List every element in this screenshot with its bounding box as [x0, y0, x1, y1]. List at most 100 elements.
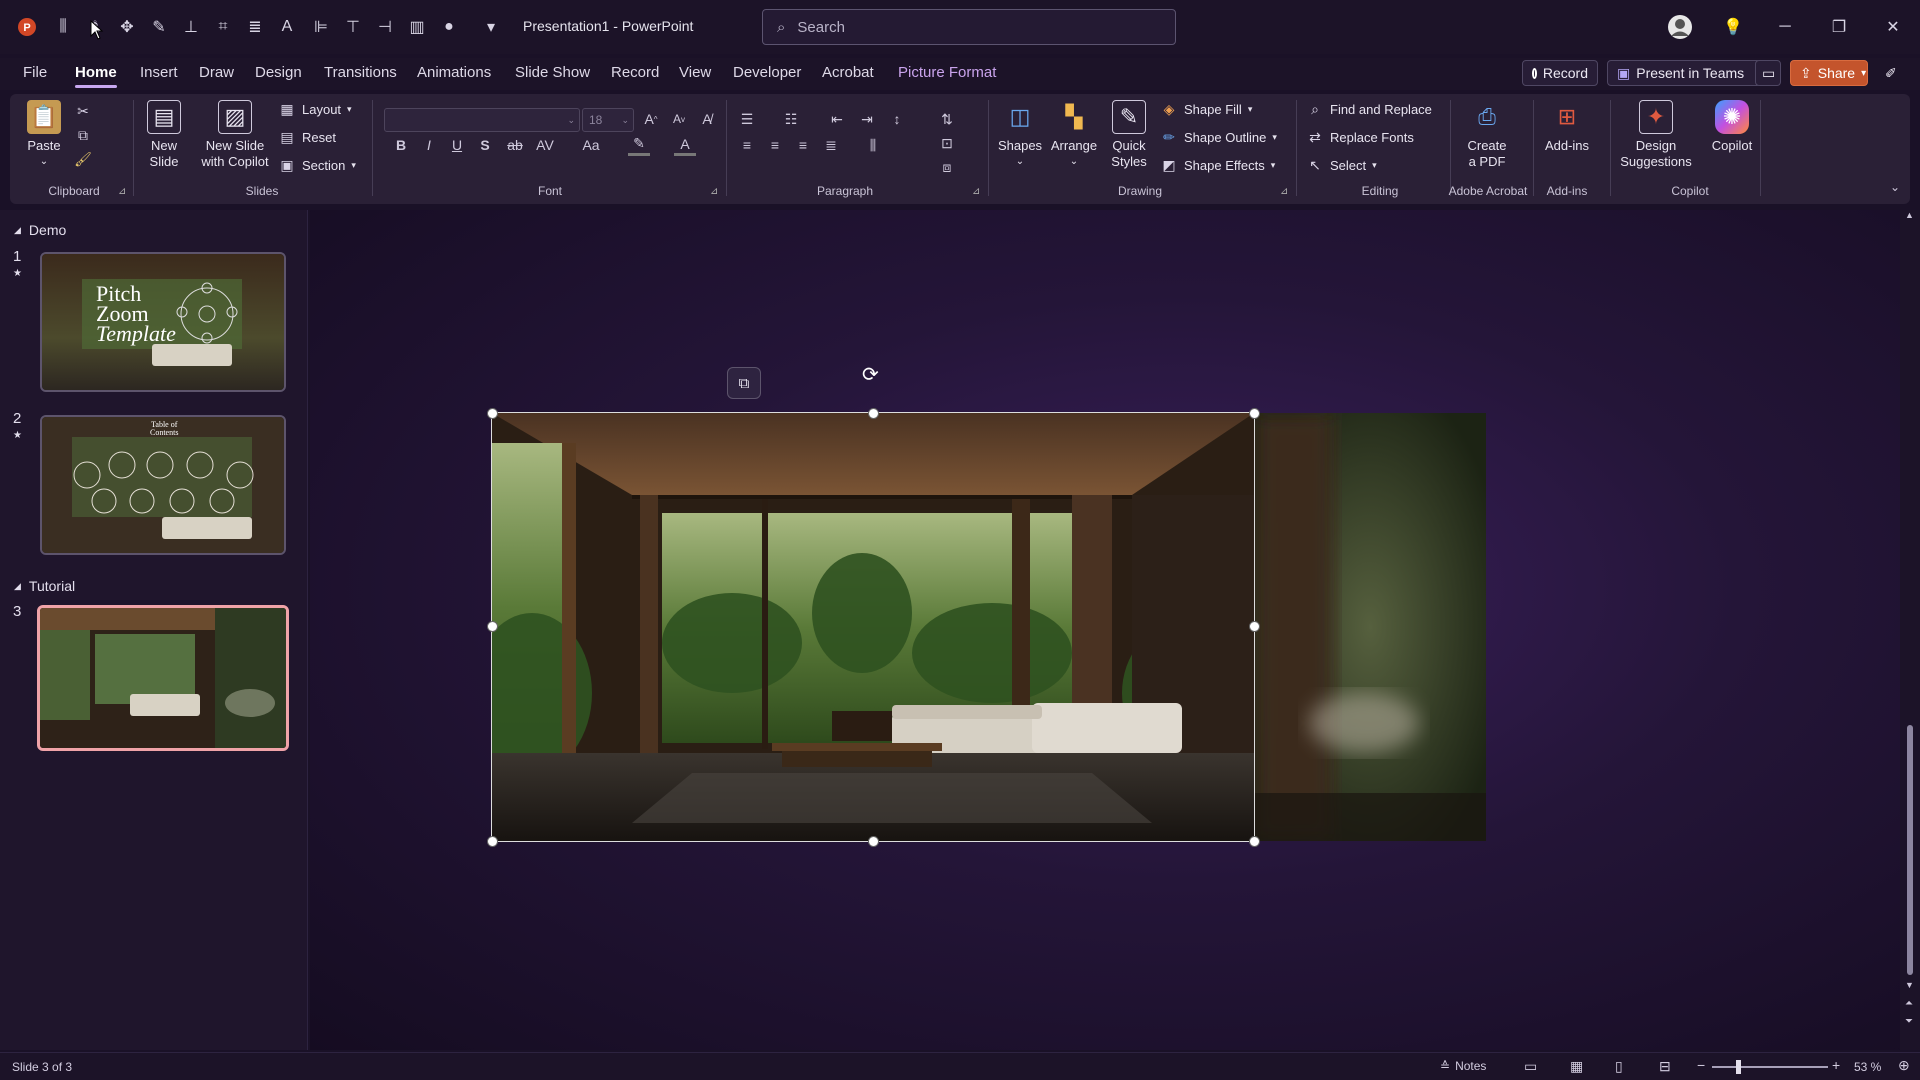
slideshow-icon[interactable]: ⊟: [1659, 1058, 1671, 1075]
clear-formatting-icon[interactable]: A̸: [696, 108, 718, 130]
slide-thumbnail-3[interactable]: [37, 605, 289, 751]
normal-view-icon[interactable]: ▭: [1524, 1058, 1537, 1075]
bullets-icon[interactable]: ☰: [736, 108, 758, 130]
tab-transitions[interactable]: Transitions: [324, 64, 397, 81]
new-slide-with-copilot-button[interactable]: ▨ New Slide with Copilot: [196, 100, 274, 170]
tab-picture-format[interactable]: Picture Format: [898, 64, 996, 81]
find-and-replace-button[interactable]: ⌕ Find and Replace: [1306, 100, 1432, 118]
increase-indent-icon[interactable]: ⇥: [856, 108, 878, 130]
distribute-horizontally-icon[interactable]: ⫼: [52, 16, 74, 38]
copilot-button[interactable]: ✺ Copilot: [1704, 100, 1760, 154]
decrease-font-size-icon[interactable]: Av: [668, 108, 690, 130]
text-align-icon[interactable]: ≣: [244, 16, 266, 38]
paste-button[interactable]: 📋 Paste ⌄: [22, 100, 66, 170]
zoom-in-icon[interactable]: +: [1832, 1057, 1840, 1073]
decrease-indent-icon[interactable]: ⇤: [826, 108, 848, 130]
close-icon[interactable]: ✕: [1878, 14, 1908, 40]
account-avatar[interactable]: [1665, 14, 1695, 40]
tab-acrobat[interactable]: Acrobat: [822, 64, 874, 81]
design-suggestions-button[interactable]: ✦ Design Suggestions: [1614, 100, 1698, 170]
highlight-icon[interactable]: ✎: [628, 134, 650, 156]
arrange-button[interactable]: ▚ Arrange ⌄: [1048, 100, 1100, 170]
crop-icon[interactable]: ⌗: [212, 16, 234, 38]
font-color-icon[interactable]: A: [674, 134, 696, 156]
previous-slide-icon[interactable]: ⏶: [1905, 998, 1913, 1009]
resize-handle-right[interactable]: [1249, 621, 1260, 632]
slide-thumbnail-1[interactable]: Pitch Zoom Template: [40, 252, 286, 392]
shape-outline-button[interactable]: ✏ Shape Outline ▾: [1160, 128, 1277, 146]
scroll-thumb[interactable]: [1907, 725, 1913, 975]
copy-icon[interactable]: ⧉: [74, 126, 92, 144]
dialog-launcher-icon[interactable]: ⊿: [710, 186, 718, 197]
zoom-slider-thumb[interactable]: [1736, 1060, 1741, 1074]
line-spacing-icon[interactable]: ↕: [886, 108, 908, 130]
shape-fill-button[interactable]: ◈ Shape Fill ▾: [1160, 100, 1253, 118]
center-icon[interactable]: ≡: [764, 134, 786, 156]
tab-insert[interactable]: Insert: [140, 64, 178, 81]
justify-icon[interactable]: ≣: [820, 134, 842, 156]
text-icon[interactable]: A: [276, 16, 298, 38]
character-spacing-icon[interactable]: AV: [534, 134, 556, 156]
tab-developer[interactable]: Developer: [733, 64, 801, 81]
create-pdf-button[interactable]: ⎙ Create a PDF: [1456, 100, 1518, 170]
resize-handle-top-left[interactable]: [487, 408, 498, 419]
cut-icon[interactable]: ✂: [74, 102, 92, 120]
minimize-icon[interactable]: ─: [1770, 14, 1800, 40]
tab-slide-show[interactable]: Slide Show: [515, 64, 590, 81]
resize-handle-bottom-right[interactable]: [1249, 836, 1260, 847]
scroll-down-icon[interactable]: ▼: [1905, 980, 1914, 990]
dialog-launcher-icon[interactable]: ⊿: [118, 186, 126, 197]
align-right-icon[interactable]: ≡: [792, 134, 814, 156]
resize-handle-bottom-left[interactable]: [487, 836, 498, 847]
font-size-input[interactable]: 18 ⌄: [582, 108, 634, 132]
quick-styles-button[interactable]: ✎ Quick Styles: [1104, 100, 1154, 170]
align-left-icon[interactable]: ⊫: [310, 16, 332, 38]
next-slide-icon[interactable]: ⏷: [1905, 1016, 1913, 1027]
bold-icon[interactable]: B: [390, 134, 412, 156]
restore-icon[interactable]: ❐: [1824, 14, 1854, 40]
columns-icon[interactable]: ⫼: [862, 134, 884, 156]
shadow-icon[interactable]: S: [474, 134, 496, 156]
shapes-button[interactable]: ◫ Shapes ⌄: [994, 100, 1046, 170]
tab-record[interactable]: Record: [611, 64, 659, 81]
layout-button[interactable]: ▦ Layout ▾: [278, 100, 351, 118]
dialog-launcher-icon[interactable]: ⊿: [1280, 186, 1288, 197]
tab-design[interactable]: Design: [255, 64, 302, 81]
vertical-scrollbar[interactable]: ▲ ▼ ⏶ ⏷: [1900, 210, 1920, 1050]
scroll-up-icon[interactable]: ▲: [1905, 210, 1914, 220]
shape-icon[interactable]: ●: [438, 16, 460, 38]
numbering-icon[interactable]: ☷: [780, 108, 802, 130]
font-name-input[interactable]: ⌄: [384, 108, 580, 132]
lightbulb-icon[interactable]: 💡: [1718, 14, 1748, 40]
rotate-handle-icon[interactable]: ⟳: [862, 362, 879, 387]
add-ins-button[interactable]: ⊞ Add-ins: [1540, 100, 1594, 154]
slide-editing-canvas[interactable]: ⟳ ⧉: [310, 210, 1900, 1050]
tab-home[interactable]: Home: [75, 64, 117, 88]
align-text-icon[interactable]: ⊡: [936, 132, 958, 154]
present-in-teams-button[interactable]: ▣ Present in Teams: [1607, 60, 1761, 86]
section-demo[interactable]: ◢ Demo: [14, 222, 66, 238]
move-icon[interactable]: ✥: [116, 16, 138, 38]
record-button[interactable]: Record: [1522, 60, 1598, 86]
comments-button[interactable]: ▭: [1755, 60, 1781, 86]
strikethrough-icon[interactable]: ab: [504, 134, 526, 156]
resize-handle-top-right[interactable]: [1249, 408, 1260, 419]
share-button[interactable]: ⇪ Share ▾: [1790, 60, 1868, 86]
reset-button[interactable]: ▤ Reset: [278, 128, 336, 146]
section-tutorial[interactable]: ◢ Tutorial: [14, 578, 75, 594]
align-left-icon[interactable]: ≡: [736, 134, 758, 156]
search-input[interactable]: ⌕ Search: [762, 9, 1176, 45]
change-case-icon[interactable]: Aa: [580, 134, 602, 156]
select-button[interactable]: ↖ Select ▾: [1306, 156, 1377, 174]
copilot-pane-button[interactable]: ✐: [1880, 60, 1908, 86]
fit-slide-icon[interactable]: ⊕: [1898, 1057, 1910, 1074]
replace-fonts-button[interactable]: ⇄ Replace Fonts: [1306, 128, 1414, 146]
tab-draw[interactable]: Draw: [199, 64, 234, 81]
shape-effects-button[interactable]: ◩ Shape Effects ▾: [1160, 156, 1275, 174]
italic-icon[interactable]: I: [418, 134, 440, 156]
text-direction-icon[interactable]: ⇅: [936, 108, 958, 130]
collapse-ribbon-icon[interactable]: ⌄: [1890, 180, 1900, 194]
new-slide-button[interactable]: ▤ New Slide: [140, 100, 188, 170]
slide-thumbnail-2[interactable]: Table of Contents: [40, 415, 286, 555]
zoom-level[interactable]: 53 %: [1854, 1060, 1881, 1074]
